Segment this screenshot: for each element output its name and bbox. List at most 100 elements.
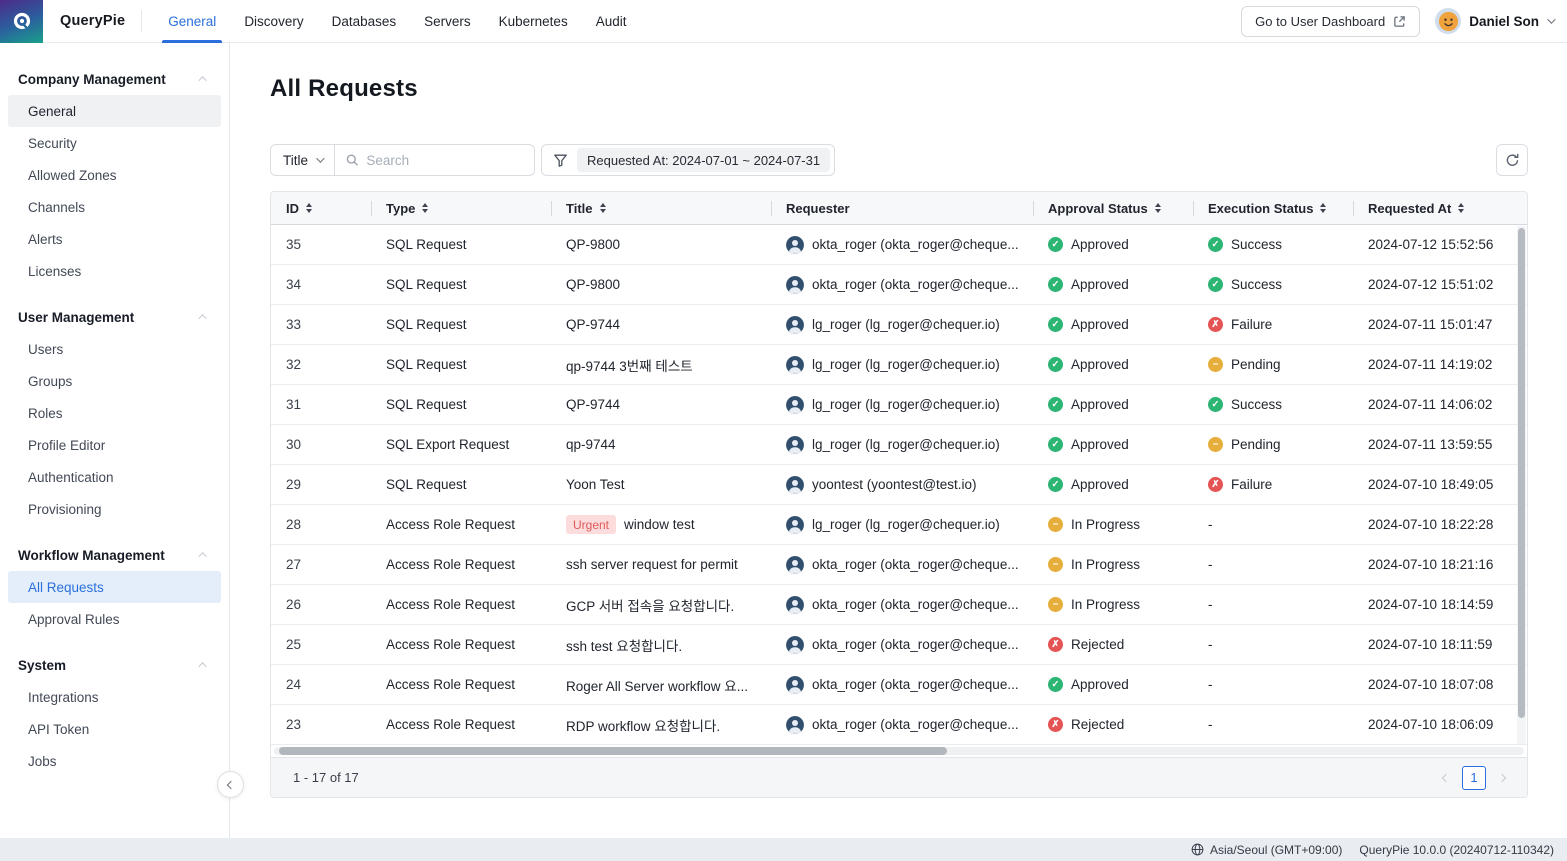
title-text: ssh test 요청합니다. bbox=[566, 635, 682, 655]
table-row[interactable]: 23Access Role RequestRDP workflow 요청합니다.… bbox=[271, 705, 1527, 745]
table-row[interactable]: 32SQL Requestqp-9744 3번째 테스트lg_roger (lg… bbox=[271, 345, 1527, 385]
sidebar-item-licenses[interactable]: Licenses bbox=[8, 255, 221, 287]
column-header-requested-at[interactable]: Requested At bbox=[1353, 192, 1527, 224]
sidebar-section-company-management[interactable]: Company Management bbox=[0, 63, 229, 95]
status-success-icon: ✓ bbox=[1048, 437, 1063, 452]
sidebar-item-security[interactable]: Security bbox=[8, 127, 221, 159]
sidebar-section-workflow-management[interactable]: Workflow Management bbox=[0, 539, 229, 571]
table-row[interactable]: 35SQL RequestQP-9800okta_roger (okta_rog… bbox=[271, 225, 1527, 265]
sidebar-item-channels[interactable]: Channels bbox=[8, 191, 221, 223]
status-label: Rejected bbox=[1071, 717, 1124, 732]
go-to-user-dashboard-label: Go to User Dashboard bbox=[1255, 14, 1385, 29]
tab-audit[interactable]: Audit bbox=[582, 0, 641, 43]
cell-title: Urgentwindow test bbox=[551, 505, 771, 544]
column-header-id[interactable]: ID bbox=[271, 192, 371, 224]
sidebar-item-authentication[interactable]: Authentication bbox=[8, 461, 221, 493]
status-label: Approved bbox=[1071, 357, 1129, 372]
vertical-scrollbar-thumb[interactable] bbox=[1518, 228, 1525, 718]
sidebar-item-profile-editor[interactable]: Profile Editor bbox=[8, 429, 221, 461]
tab-general[interactable]: General bbox=[154, 0, 230, 43]
nav-right: Go to User Dashboard Daniel Son bbox=[1241, 6, 1567, 37]
sidebar-item-allowed-zones[interactable]: Allowed Zones bbox=[8, 159, 221, 191]
column-header-title[interactable]: Title bbox=[551, 192, 771, 224]
sidebar-item-groups[interactable]: Groups bbox=[8, 365, 221, 397]
column-header-execution-status[interactable]: Execution Status bbox=[1193, 192, 1353, 224]
table-row[interactable]: 28Access Role RequestUrgentwindow testlg… bbox=[271, 505, 1527, 545]
chevron-down-icon bbox=[316, 154, 324, 162]
user-menu[interactable]: Daniel Son bbox=[1435, 8, 1553, 34]
timezone: Asia/Seoul (GMT+09:00) bbox=[1191, 843, 1342, 857]
date-filter[interactable]: Requested At: 2024-07-01 ~ 2024-07-31 bbox=[541, 144, 835, 176]
sidebar-section-user-management[interactable]: User Management bbox=[0, 301, 229, 333]
cell-approval-status: ✓ Approved bbox=[1033, 305, 1193, 344]
cell-type: Access Role Request bbox=[371, 625, 551, 664]
tab-discovery[interactable]: Discovery bbox=[230, 0, 317, 43]
requester-name: yoontest (yoontest@test.io) bbox=[812, 477, 977, 492]
table-row[interactable]: 25Access Role Request ssh test 요청합니다. okta… bbox=[271, 625, 1527, 665]
sidebar-item-general[interactable]: General bbox=[8, 95, 221, 127]
status-bar: Asia/Seoul (GMT+09:00) QueryPie 10.0.0 (… bbox=[0, 838, 1567, 861]
sidebar-item-integrations[interactable]: Integrations bbox=[8, 681, 221, 713]
cell-title: RDP workflow 요청합니다. bbox=[551, 705, 771, 744]
table-row[interactable]: 33SQL RequestQP-9744lg_roger (lg_roger@c… bbox=[271, 305, 1527, 345]
search-field-select[interactable]: Title bbox=[271, 145, 335, 175]
column-label: Requester bbox=[786, 201, 850, 216]
sidebar-item-api-token[interactable]: API Token bbox=[8, 713, 221, 745]
tab-databases[interactable]: Databases bbox=[318, 0, 411, 43]
cell-approval-status: ✓Approved bbox=[1033, 265, 1193, 304]
sidebar-collapse-button[interactable] bbox=[217, 771, 244, 798]
sidebar-sections: Company Management GeneralSecurityAllowed… bbox=[0, 63, 229, 777]
table-row[interactable]: 26Access Role RequestGCP 서버 접속을 요청합니다.ok… bbox=[271, 585, 1527, 625]
cell-id: 24 bbox=[271, 665, 371, 704]
sidebar-item-provisioning[interactable]: Provisioning bbox=[8, 493, 221, 525]
horizontal-scrollbar-thumb[interactable] bbox=[279, 747, 947, 755]
cell-id: 28 bbox=[271, 505, 371, 544]
status-label: Approved bbox=[1071, 317, 1129, 332]
sidebar-section-system[interactable]: System bbox=[0, 649, 229, 681]
search-icon bbox=[346, 153, 358, 167]
sidebar-item-alerts[interactable]: Alerts bbox=[8, 223, 221, 255]
user-name: Daniel Son bbox=[1469, 14, 1539, 29]
table-row[interactable]: 27Access Role Requestssh server request … bbox=[271, 545, 1527, 585]
sidebar-item-roles[interactable]: Roles bbox=[8, 397, 221, 429]
table-row[interactable]: 24Access Role RequestRoger All Server wo… bbox=[271, 665, 1527, 705]
status-success-icon: ✓ bbox=[1048, 317, 1063, 332]
column-header-type[interactable]: Type bbox=[371, 192, 551, 224]
sidebar-item-jobs[interactable]: Jobs bbox=[8, 745, 221, 777]
table-row[interactable]: 34SQL RequestQP-9800okta_roger (okta_rog… bbox=[271, 265, 1527, 305]
filter-funnel-icon bbox=[553, 153, 568, 168]
sidebar-section-label: Company Management bbox=[18, 72, 166, 87]
tab-servers[interactable]: Servers bbox=[410, 0, 485, 43]
requester-name: okta_roger (okta_roger@cheque... bbox=[812, 677, 1019, 692]
tab-kubernetes[interactable]: Kubernetes bbox=[485, 0, 582, 43]
next-page-icon[interactable] bbox=[1498, 773, 1506, 781]
title-text: GCP 서버 접속을 요청합니다. bbox=[566, 595, 734, 615]
cell-requested-at: 2024-07-11 13:59:55 bbox=[1353, 425, 1527, 464]
refresh-button[interactable] bbox=[1496, 144, 1528, 176]
cell-id: 25 bbox=[271, 625, 371, 664]
querypie-logo-icon bbox=[0, 0, 43, 43]
table-row[interactable]: 31SQL RequestQP-9744lg_roger (lg_roger@c… bbox=[271, 385, 1527, 425]
table-row[interactable]: 30SQL Export Requestqp-9744lg_roger (lg_… bbox=[271, 425, 1527, 465]
column-header-approval-status[interactable]: Approval Status bbox=[1033, 192, 1193, 224]
status-success-icon: ✓ bbox=[1048, 357, 1063, 372]
sidebar-section-label: System bbox=[18, 658, 66, 673]
cell-type: Access Role Request bbox=[371, 585, 551, 624]
requester-name: okta_roger (okta_roger@cheque... bbox=[812, 637, 1019, 652]
vertical-scrollbar[interactable] bbox=[1517, 226, 1526, 744]
table-row[interactable]: 29SQL RequestYoon Testyoontest (yoontest… bbox=[271, 465, 1527, 505]
sort-icon bbox=[422, 203, 428, 214]
horizontal-scrollbar bbox=[271, 745, 1527, 757]
cell-requester: lg_roger (lg_roger@chequer.io) bbox=[771, 345, 1033, 384]
status-pending-icon: − bbox=[1208, 437, 1223, 452]
sidebar-item-all-requests[interactable]: All Requests bbox=[8, 571, 221, 603]
cell-title: Yoon Test bbox=[551, 465, 771, 504]
sidebar-item-approval-rules[interactable]: Approval Rules bbox=[8, 603, 221, 635]
go-to-user-dashboard-button[interactable]: Go to User Dashboard bbox=[1241, 6, 1420, 37]
page-number-button[interactable]: 1 bbox=[1462, 766, 1486, 790]
search-input[interactable] bbox=[366, 153, 523, 168]
previous-page-icon[interactable] bbox=[1442, 773, 1450, 781]
status-label: Pending bbox=[1231, 437, 1281, 452]
cell-execution-status: ✓Success bbox=[1193, 225, 1353, 264]
sidebar-item-users[interactable]: Users bbox=[8, 333, 221, 365]
